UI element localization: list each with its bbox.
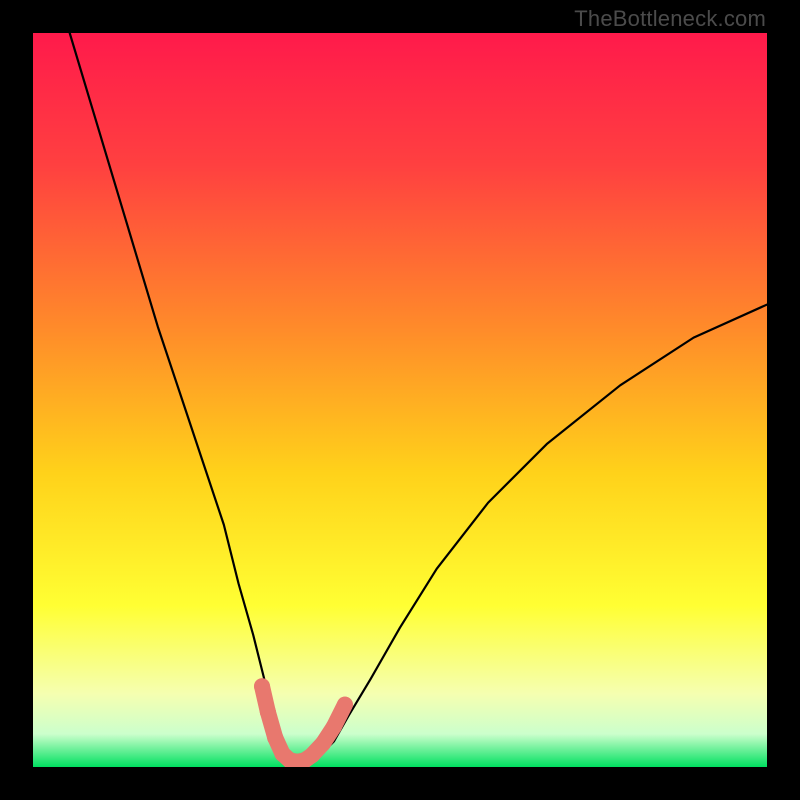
chart-frame: TheBottleneck.com	[0, 0, 800, 800]
optimal-marker-seg	[334, 705, 345, 727]
chart-svg	[33, 33, 767, 767]
background-gradient	[33, 33, 767, 767]
watermark-label: TheBottleneck.com	[574, 6, 766, 32]
plot-area	[33, 33, 767, 767]
